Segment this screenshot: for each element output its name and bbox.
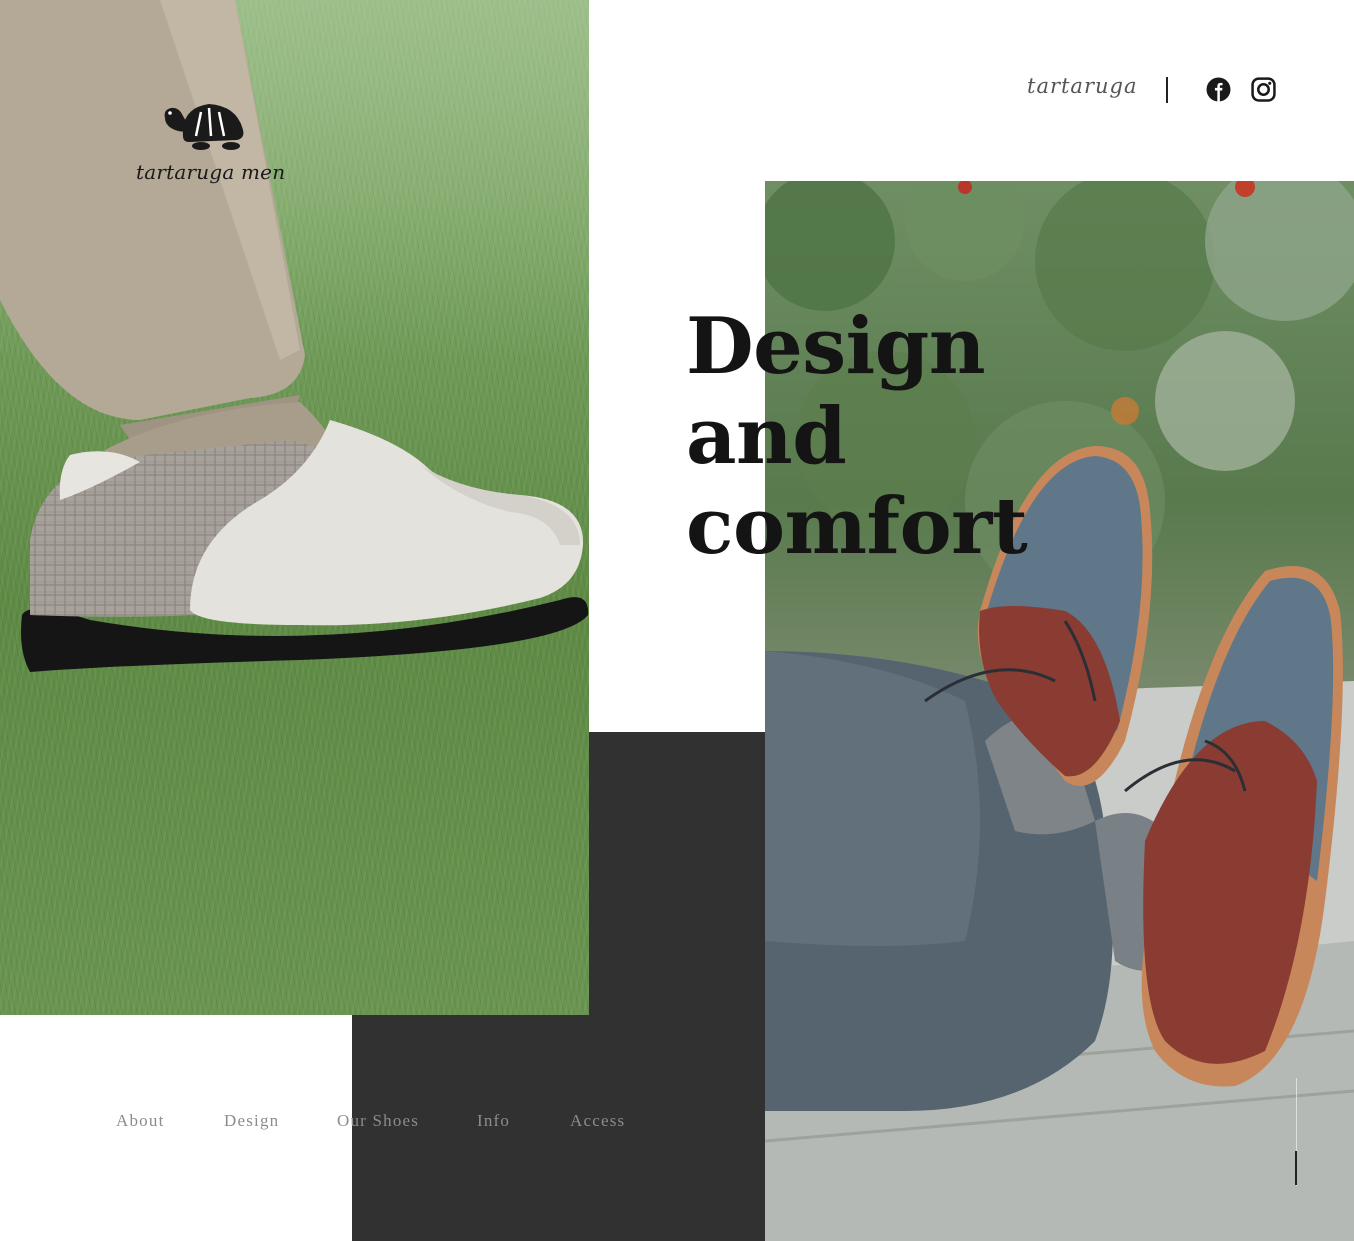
facebook-icon[interactable] — [1206, 77, 1231, 102]
header-divider — [1166, 77, 1168, 103]
instagram-icon[interactable] — [1251, 77, 1276, 102]
logo-text: tartaruga men — [136, 160, 286, 184]
nav-link-access[interactable]: Access — [570, 1111, 625, 1131]
hero-photo-grass-shoe — [0, 0, 589, 1015]
nav-link-our-shoes[interactable]: Our Shoes — [337, 1111, 419, 1131]
nav-link-about[interactable]: About — [116, 1111, 165, 1131]
scroll-indicator-thumb[interactable] — [1295, 1151, 1297, 1185]
hero-headline: Design and comfort — [686, 302, 1106, 572]
nav-link-info[interactable]: Info — [477, 1111, 510, 1131]
turtle-logo-icon — [164, 104, 244, 150]
grass-shoe-illustration — [0, 0, 589, 672]
header-brand-name[interactable]: tartaruga — [1027, 74, 1137, 98]
headline-line-1: Design — [686, 301, 986, 392]
headline-line-3: comfort — [686, 481, 1028, 572]
brand-logo[interactable]: tartaruga men — [136, 100, 286, 190]
headline-line-2: and — [686, 391, 847, 482]
dark-block-upper — [589, 732, 765, 1015]
nav-link-design[interactable]: Design — [224, 1111, 279, 1131]
